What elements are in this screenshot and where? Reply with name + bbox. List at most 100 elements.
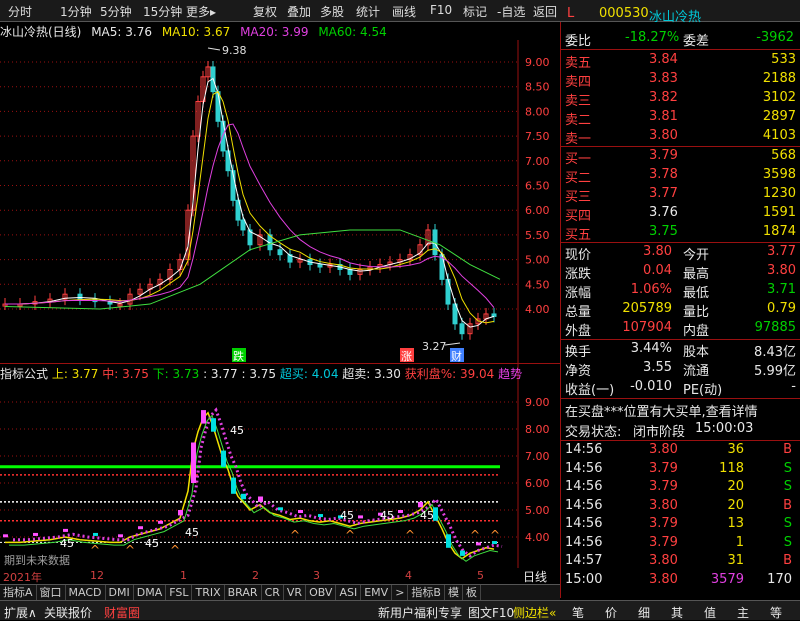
toolbar-item-5[interactable]: 复权 xyxy=(253,3,277,20)
trade-volume: 118 xyxy=(719,460,744,476)
toolbar-item-10[interactable]: F10 xyxy=(430,3,452,17)
indicator-tab-1[interactable]: 窗口 xyxy=(37,585,66,600)
sidebar-toggle[interactable]: 侧边栏« xyxy=(513,604,556,621)
big-order-notice[interactable]: 在买盘***位置有大买单,查看详情 xyxy=(565,401,758,420)
low-arrow xyxy=(444,342,461,346)
toolbar-item-9[interactable]: 画线 xyxy=(392,3,416,20)
toolbar-item-8[interactable]: 统计 xyxy=(356,3,380,20)
side-icon-3[interactable]: 其 xyxy=(671,604,683,621)
toolbar-item-13[interactable]: 返回 xyxy=(533,3,557,20)
indicator-tab-12[interactable]: EMV xyxy=(361,585,393,600)
indicator-tab-4[interactable]: DMA xyxy=(134,585,167,600)
trade-time: 14:56 xyxy=(565,534,603,550)
ask-label: 卖五 xyxy=(565,56,592,71)
stock-name[interactable]: 冰山冷热 xyxy=(649,6,701,25)
weicha-label: 委差 xyxy=(683,34,710,49)
stat-row: 涨跌 0.04 最高 3.80 xyxy=(561,263,800,282)
ind-bar xyxy=(358,515,363,519)
side-icon-4[interactable]: 值 xyxy=(704,604,716,621)
status-bar: 扩展∧ 关联报价 财富圈 新用户福利专享 图文F10 侧边栏« 笔 价 细 其 值 主 等 xyxy=(0,600,800,620)
trade-time: 15:00 xyxy=(565,571,603,587)
ask-row: 卖一 3.80 4103 xyxy=(561,128,800,147)
stat2-row: 收益(一) -0.010 PE(动) - xyxy=(561,379,800,398)
ind-arrow-7: ^ xyxy=(490,528,500,542)
state-label: 交易状态: xyxy=(565,425,622,440)
trade-volume: 20 xyxy=(727,479,744,494)
ma20-line xyxy=(5,123,495,308)
side-icon-2[interactable]: 细 xyxy=(638,604,650,621)
indicator-tab-8[interactable]: CR xyxy=(262,585,284,600)
stat-value: 1.06% xyxy=(630,282,672,297)
ind-v1: : 3.77 xyxy=(203,367,238,381)
ind-bar xyxy=(63,528,68,532)
stat-row: 总量 205789 量比 0.79 xyxy=(561,301,800,320)
ind-bar xyxy=(318,514,323,518)
side-icon-5[interactable]: 主 xyxy=(737,604,749,621)
ind-bar xyxy=(211,418,216,432)
trade-volume: 13 xyxy=(727,516,744,531)
promo-link[interactable]: 新用户福利专享 xyxy=(378,604,462,621)
ind-mid: 中: 3.75 xyxy=(102,367,149,381)
trade-time: 14:56 xyxy=(565,442,603,457)
status-left-1[interactable]: 关联报价 xyxy=(44,604,92,621)
toolbar-item-4[interactable]: 更多▸ xyxy=(186,3,216,20)
toolbar-item-6[interactable]: 叠加 xyxy=(287,3,311,20)
indicator-chart[interactable]: 9.00 8.00 7.00 6.00 5.00 4.00 45 45 45 45 45 45 45 ^ ^… xyxy=(0,364,560,568)
stat-label: 流通 xyxy=(683,364,710,379)
stat-value: -0.010 xyxy=(630,379,672,394)
ind-arrow-2: ^ xyxy=(170,543,180,557)
indicator-tab-10[interactable]: OBV xyxy=(306,585,337,600)
ind-bar xyxy=(446,534,451,548)
bid-row: 买四 3.76 1591 xyxy=(561,205,800,224)
toolbar-item-7[interactable]: 多股 xyxy=(320,3,344,20)
toolbar-item-0[interactable]: 分时 xyxy=(8,3,32,20)
ind-star-7: 45 xyxy=(420,509,434,522)
indicator-tab-7[interactable]: BRAR xyxy=(225,585,262,600)
indicator-tab-13[interactable]: > xyxy=(392,585,409,600)
status-left-2[interactable]: 财富圈 xyxy=(104,604,140,621)
indicator-name[interactable]: 指标公式 xyxy=(0,367,48,381)
ask-label: 卖二 xyxy=(565,113,592,128)
indicator-tab-3[interactable]: DMI xyxy=(106,585,134,600)
stat-label: 总量 xyxy=(565,305,592,320)
trade-time: 14:57 xyxy=(565,553,603,568)
indicator-tab-2[interactable]: MACD xyxy=(66,585,106,600)
toolbar-item-12[interactable]: -自选 xyxy=(497,3,525,20)
toolbar-item-3[interactable]: 15分钟 xyxy=(143,3,182,20)
side-icon-6[interactable]: 等 xyxy=(770,604,782,621)
side-icon-0[interactable]: 笔 xyxy=(572,604,584,621)
ind-bar xyxy=(93,532,98,536)
kline-chart[interactable]: 9.00 8.50 8.00 7.50 7.00 6.50 6.00 5.50 5.00 4.50… xyxy=(0,40,560,364)
price-tick: 4.50 xyxy=(525,278,550,291)
ind-tick: 5.00 xyxy=(525,504,550,517)
indicator-tab-5[interactable]: FSL xyxy=(166,585,193,600)
indicator-tab-9[interactable]: VR xyxy=(284,585,307,600)
ask-price: 3.80 xyxy=(649,128,678,143)
period-label[interactable]: 日线 xyxy=(523,568,547,585)
ind-arrow-4: ^ xyxy=(345,528,355,542)
indicator-tab-11[interactable]: ASI xyxy=(336,585,362,600)
indicator-tab-6[interactable]: TRIX xyxy=(192,585,225,600)
ind-arrow-6: ^ xyxy=(470,528,480,542)
trade-price: 3.80 xyxy=(649,571,678,587)
trade-volume: 3579 xyxy=(710,571,744,587)
toolbar-item-11[interactable]: 标记 xyxy=(463,3,487,20)
stat-value: 3.77 xyxy=(767,244,796,259)
bid-volume: 568 xyxy=(771,148,796,163)
x-tick: 12 xyxy=(90,569,104,582)
indicator-tab-14[interactable]: 指标B xyxy=(408,585,445,600)
side-icon-1[interactable]: 价 xyxy=(605,604,617,621)
weicha-value: -3962 xyxy=(756,30,794,45)
indicator-tab-16[interactable]: 板 xyxy=(463,585,481,600)
f10-link[interactable]: 图文F10 xyxy=(468,604,514,621)
ind-tick: 4.00 xyxy=(525,531,550,544)
status-left-0[interactable]: 扩展∧ xyxy=(4,604,37,621)
stat-label: 外盘 xyxy=(565,324,592,339)
indicator-tab-0[interactable]: 指标A xyxy=(0,585,37,600)
indicator-tab-15[interactable]: 模 xyxy=(445,585,463,600)
toolbar-item-1[interactable]: 1分钟 xyxy=(60,3,92,20)
ind-bar xyxy=(231,477,236,494)
toolbar-item-2[interactable]: 5分钟 xyxy=(100,3,132,20)
trade-price: 3.80 xyxy=(649,442,678,457)
bid-volume: 3598 xyxy=(762,167,796,182)
